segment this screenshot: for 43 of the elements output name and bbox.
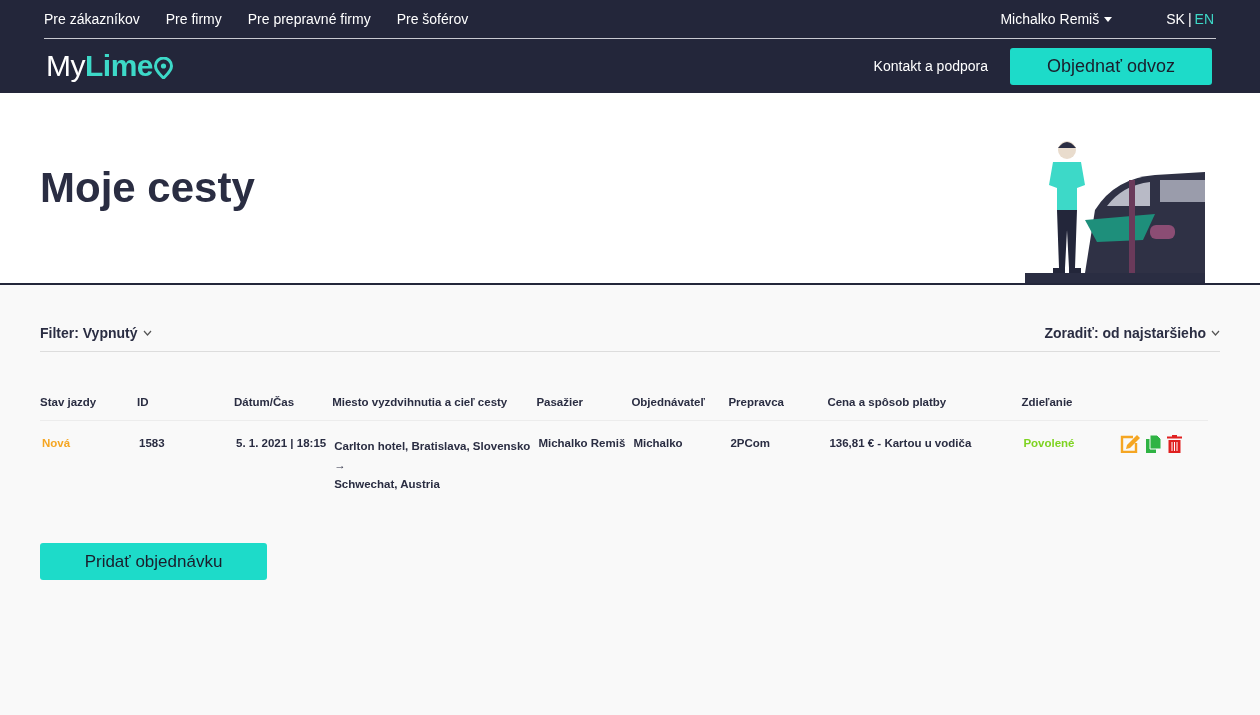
chevron-icon <box>1211 330 1220 336</box>
column-header: Dátum/Čas <box>234 390 333 421</box>
pin-icon <box>154 57 174 79</box>
nav-link[interactable]: Pre prepravné firmy <box>247 11 371 27</box>
table-cell-text: Michalko <box>633 437 684 449</box>
column-header: Zdieľanie <box>1021 390 1119 421</box>
column-header: Prepravca <box>728 390 828 421</box>
table-cell-text: 1583 <box>139 437 166 449</box>
language-link[interactable]: EN <box>1194 11 1214 27</box>
table-cell-text: 2PCom <box>730 437 771 449</box>
filter-dropdown[interactable]: Filter: Vypnutý <box>40 325 152 341</box>
support-link[interactable]: Kontakt a podpora <box>873 58 988 74</box>
table-cell-text: Michalko Remiš <box>538 437 627 449</box>
nav-link[interactable]: Pre šoférov <box>396 11 469 27</box>
column-header: Pasažier <box>536 390 632 421</box>
pickup-text: Carlton hotel, Bratislava, Slovensko <box>334 439 532 454</box>
logo-text: Lime <box>85 49 154 83</box>
nav-link[interactable]: Pre firmy <box>165 11 222 27</box>
column-header: ID <box>137 390 234 421</box>
edit-icon[interactable] <box>1120 435 1141 453</box>
route-arrow: → <box>334 458 347 473</box>
page-title: Moje cesty <box>40 164 255 212</box>
order-button[interactable]: Objednať odvoz <box>1010 47 1212 85</box>
column-header: Cena a spôsob platby <box>827 390 1022 421</box>
language-separator: | <box>1187 11 1192 27</box>
column-header: Miesto vyzdvihnutia a cieľ cesty <box>332 390 537 421</box>
language-link[interactable]: SK <box>1166 11 1185 27</box>
destination-text: Schwechat, Austria <box>334 477 441 492</box>
column-header: Stav jazdy <box>40 390 137 421</box>
caret-icon <box>1104 16 1113 22</box>
column-header: Objednávateľ <box>631 390 729 421</box>
nav-link[interactable]: Pre zákazníkov <box>44 11 140 27</box>
status-text: Nová <box>42 437 72 449</box>
table-cell-text: 5. 1. 2021 | 18:15 <box>236 437 328 449</box>
table-cell-text: 136,81 € - Kartou u vodiča <box>829 437 973 449</box>
add-order-button[interactable]: Pridať objednávku <box>40 543 267 580</box>
chevron-icon <box>142 330 152 336</box>
sort-dropdown[interactable]: Zoradiť: od najstaršieho <box>1044 325 1220 341</box>
delete-icon[interactable] <box>1167 435 1183 453</box>
sharing-status: Povolené <box>1023 437 1076 449</box>
copy-icon[interactable] <box>1146 435 1162 453</box>
logo-text: My <box>46 49 85 83</box>
user-menu[interactable]: Michalko Remiš <box>1000 11 1113 27</box>
